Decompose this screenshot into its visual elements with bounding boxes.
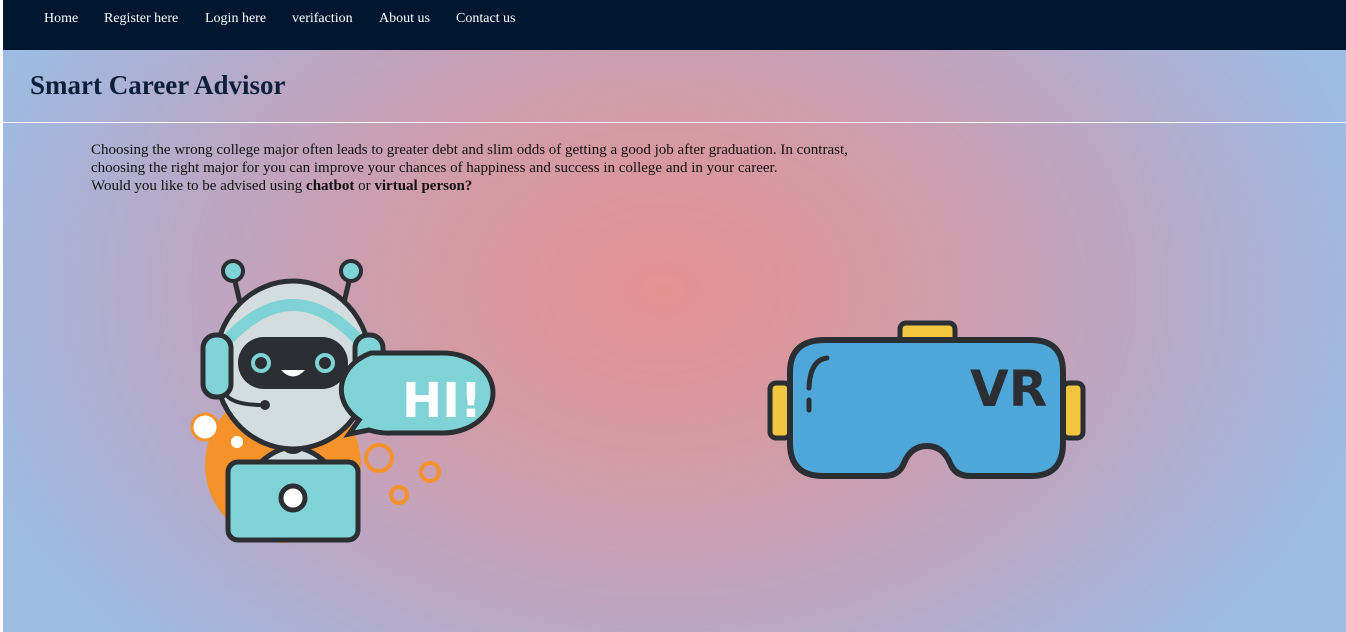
intro-or-word: or [354,178,375,194]
header-divider [3,122,1346,123]
page: Home Register here Login here verifactio… [3,0,1346,632]
chatbot-keyword: chatbot [306,178,355,194]
vr-headset-text: VR [970,360,1047,418]
intro-question-prefix: Would you like to be advised using [91,178,307,194]
nav-home-link[interactable]: Home [44,11,78,27]
virtual-person-option[interactable]: VR [765,318,1090,483]
virtual-person-keyword: virtual person? [374,178,473,194]
nav-login-link[interactable]: Login here [205,11,266,27]
nav-contact-link[interactable]: Contact us [456,11,516,27]
chatbot-option[interactable]: HI! [183,255,503,545]
intro-text: Choosing the wrong college major often l… [91,141,931,195]
nav-register-link[interactable]: Register here [104,11,178,27]
chatbot-bubble-text: HI! [402,373,482,429]
intro-line-2: choosing the right major for you can imp… [91,160,778,176]
vr-headset-icon: VR [767,320,1086,479]
chatbot-robot-icon: HI! [190,259,496,543]
intro-line-1: Choosing the wrong college major often l… [91,142,848,158]
nav-verification-link[interactable]: verifaction [292,11,353,27]
nav-about-link[interactable]: About us [379,11,430,27]
top-navbar: Home Register here Login here verifactio… [3,0,1346,50]
page-title: Smart Career Advisor [30,70,286,100]
